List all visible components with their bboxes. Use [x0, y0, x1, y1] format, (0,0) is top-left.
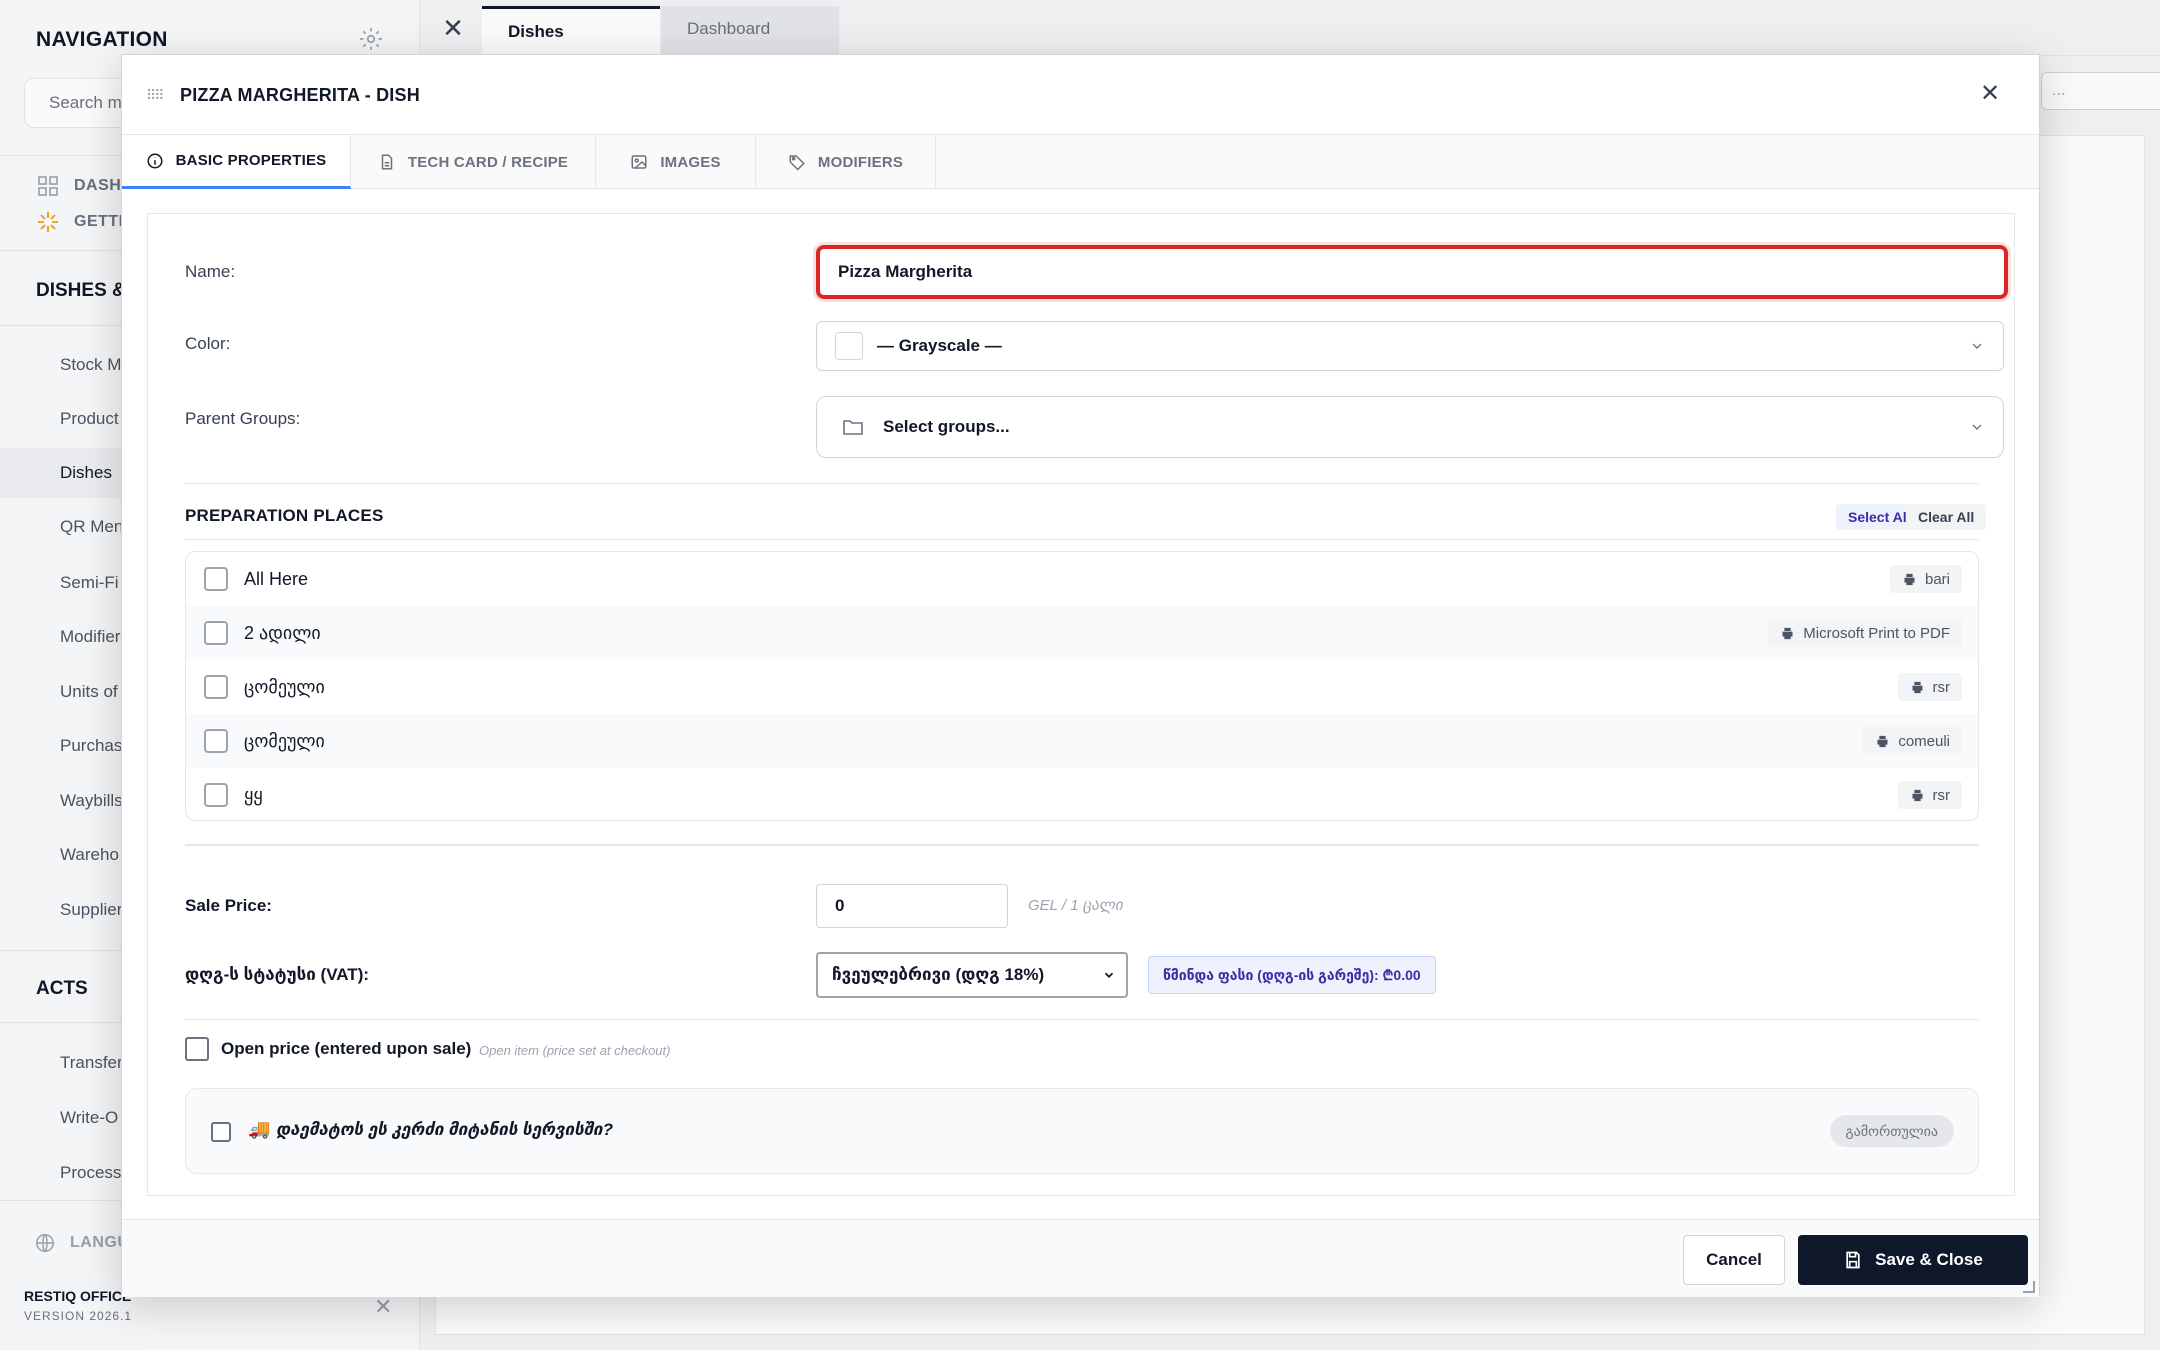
printer-name: Microsoft Print to PDF [1803, 624, 1950, 642]
printer-icon [1904, 573, 1915, 585]
color-select[interactable]: — Grayscale — [816, 321, 2004, 371]
dish-modal: ⠿⠿ PIZZA MARGHERITA - DISH ✕ BASIC PROPE… [121, 54, 2040, 1297]
printer-name: bari [1924, 570, 1950, 588]
place-name: ყყ [244, 784, 263, 805]
place-name: ცომეული [244, 730, 325, 751]
status-badge: გამორთულია [1829, 1115, 1954, 1147]
image-icon [631, 155, 647, 169]
checkbox[interactable] [204, 783, 228, 807]
color-label: Color: [185, 334, 231, 353]
checkbox[interactable] [204, 675, 228, 699]
folder-icon [843, 420, 863, 435]
checkbox[interactable] [204, 621, 228, 645]
checkbox[interactable] [204, 567, 228, 591]
parent-groups-select[interactable]: Select groups... [816, 396, 2004, 458]
tab-modifiers[interactable]: MODIFIERS [756, 135, 936, 189]
color-value: — Grayscale — [877, 336, 1002, 355]
delivery-label[interactable]: დაემატოს ეს კერძი მიტანის სერვისში? [276, 1120, 613, 1140]
tab-basic-properties[interactable]: BASIC PROPERTIES [122, 135, 351, 189]
tab-label: IMAGES [660, 153, 721, 171]
list-item[interactable]: ცომეული comeuli [186, 714, 1978, 768]
parent-groups-label: Parent Groups: [185, 409, 301, 428]
save-close-button[interactable]: Save & Close [1798, 1235, 2028, 1285]
net-price-badge: წმინდა ფასი (დღგ-ის გარეშე): ₾0.00 [1148, 956, 1436, 994]
list-item[interactable]: 2 ადილი Microsoft Print to PDF [186, 606, 1978, 660]
save-icon [1846, 1251, 1860, 1269]
color-swatch [835, 332, 863, 360]
place-name: All Here [244, 568, 309, 589]
save-label: Save & Close [1875, 1250, 1983, 1269]
printer-name: rsr [1932, 786, 1951, 804]
vat-select[interactable]: ჩვეულებრივი (დღგ 18%) [816, 952, 1128, 998]
delivery-checkbox[interactable] [211, 1122, 231, 1142]
truck-icon: 🚚 [248, 1119, 271, 1139]
tag-icon [789, 155, 805, 171]
divider [185, 539, 1979, 540]
printer-icon [1912, 681, 1922, 693]
divider [185, 483, 1979, 484]
modal-title: PIZZA MARGHERITA - DISH [180, 85, 420, 105]
drag-handle-icon[interactable]: ⠿⠿ [146, 87, 166, 103]
chevron-down-icon [1972, 343, 1982, 349]
modal-tabs: BASIC PROPERTIES TECH CARD / RECIPE IMAG… [122, 135, 2039, 189]
printer-badge: comeuli [1863, 727, 1962, 755]
divider [185, 844, 1979, 846]
modal-footer: Cancel Save & Close [122, 1219, 2039, 1297]
sale-price-label: Sale Price: [185, 896, 272, 915]
place-name: 2 ადილი [244, 622, 321, 643]
printer-icon [1877, 735, 1888, 747]
price-unit: GEL / 1 ცალი [1028, 897, 1123, 914]
list-item[interactable]: ცომეული rsr [186, 660, 1978, 714]
clear-all-button[interactable]: Clear All [1906, 504, 1987, 530]
chevron-down-icon [1972, 424, 1982, 430]
printer-icon [1782, 627, 1793, 639]
tab-images[interactable]: IMAGES [596, 135, 756, 189]
sale-price-input[interactable]: 0 [816, 884, 1008, 928]
resize-handle-icon[interactable] [2023, 1281, 2035, 1293]
vat-label: დღგ-ს სტატუსი (VAT): [185, 965, 370, 984]
vat-value: ჩვეულებრივი (დღგ 18%) [832, 965, 1045, 984]
open-price-hint: Open item (price set at checkout) [479, 1043, 671, 1058]
name-input[interactable]: Pizza Margherita [816, 245, 2008, 299]
printer-name: rsr [1932, 678, 1951, 696]
document-icon [381, 154, 393, 170]
printer-badge: bari [1889, 565, 1962, 593]
printer-name: comeuli [1898, 732, 1950, 750]
parent-groups-value: Select groups... [883, 417, 1010, 436]
printer-badge: Microsoft Print to PDF [1768, 619, 1962, 647]
name-label: Name: [185, 262, 236, 281]
printer-badge: rsr [1897, 673, 1962, 701]
list-item[interactable]: All Here bari [186, 552, 1978, 606]
tab-label: MODIFIERS [817, 153, 904, 171]
delivery-service-panel: 🚚 დაემატოს ეს კერძი მიტანის სერვისში? გა… [185, 1088, 1979, 1174]
modal-content: Name: Pizza Margherita Color: — Grayscal… [147, 213, 2015, 1196]
close-icon[interactable]: ✕ [1977, 81, 2003, 107]
preparation-places-title: PREPARATION PLACES [185, 506, 384, 525]
modal-header: ⠿⠿ PIZZA MARGHERITA - DISH ✕ [122, 55, 2039, 135]
tab-label: TECH CARD / RECIPE [407, 153, 569, 171]
place-name: ცომეული [244, 676, 325, 697]
open-price-checkbox[interactable] [185, 1037, 209, 1061]
tab-tech-card[interactable]: TECH CARD / RECIPE [351, 135, 596, 189]
list-item[interactable]: ყყ rsr [186, 768, 1978, 820]
open-price-label[interactable]: Open price (entered upon sale) [221, 1039, 471, 1059]
printer-badge: rsr [1897, 781, 1962, 809]
checkbox[interactable] [204, 729, 228, 753]
chevron-down-icon [1104, 972, 1114, 978]
tab-label: BASIC PROPERTIES [175, 152, 327, 169]
info-icon [147, 153, 163, 168]
printer-icon [1912, 789, 1922, 801]
cancel-button[interactable]: Cancel [1683, 1235, 1785, 1285]
preparation-places-list: All Here bari 2 ადილი Microsoft Print to… [185, 551, 1979, 821]
divider [185, 1019, 1979, 1020]
